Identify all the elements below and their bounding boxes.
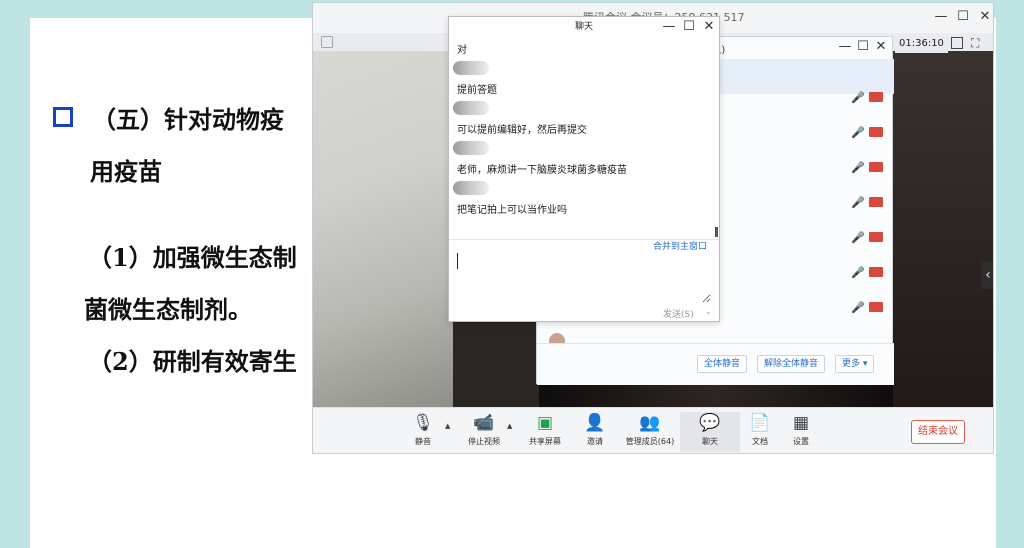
fullscreen-icon[interactable]: ⛶ <box>971 36 979 51</box>
chat-maximize-button[interactable]: ☐ <box>681 19 697 35</box>
mic-muted-icon[interactable]: 🎤 <box>851 231 865 244</box>
settings-button[interactable]: ▦ 设置 <box>771 412 831 447</box>
send-button[interactable]: 发送(S) <box>663 307 694 320</box>
sender-avatar <box>453 61 489 75</box>
camera-icon: 📹 <box>473 413 495 433</box>
mic-muted-icon[interactable]: 🎤 <box>851 301 865 314</box>
camera-off-icon[interactable] <box>869 302 883 312</box>
participants-minimize-button[interactable]: — <box>837 39 853 55</box>
invite-icon: 👤 <box>584 413 606 433</box>
text-cursor <box>457 253 458 269</box>
maximize-button[interactable]: ☐ <box>955 9 971 25</box>
settings-icon: ▦ <box>792 413 810 433</box>
chat-close-button[interactable]: ✕ <box>701 19 717 35</box>
sender-avatar <box>453 141 489 155</box>
members-icon: 👥 <box>639 413 661 433</box>
merge-to-main-link[interactable]: 合并到主窗口 <box>653 239 707 252</box>
participants-close-button[interactable]: ✕ <box>873 39 889 55</box>
slide-line-4: 菌微生态制剂。 <box>84 295 252 324</box>
mic-muted-icon[interactable]: 🎤 <box>851 196 865 209</box>
chat-message: 老师，麻烦讲一下脑膜炎球菌多糖疫苗 <box>457 165 627 176</box>
sender-avatar <box>453 101 489 115</box>
shield-icon <box>321 36 333 48</box>
chat-message: 可以提前编辑好，然后再提交 <box>457 125 587 136</box>
microphone-icon: 🎙 <box>412 413 434 433</box>
slide-line-5: （2）研制有效寄生 <box>88 347 297 376</box>
slide-line-1: （五）针对动物疫 <box>92 105 284 134</box>
mic-muted-icon[interactable]: 🎤 <box>851 161 865 174</box>
video-feed-right <box>893 51 993 407</box>
send-options-chevron-icon[interactable]: ⌄ <box>705 307 712 316</box>
mic-muted-icon[interactable]: 🎤 <box>851 91 865 104</box>
video-options-caret-icon[interactable]: ▲ <box>507 422 512 430</box>
invite-button[interactable]: 👤 邀请 <box>565 412 625 447</box>
camera-off-icon[interactable] <box>869 197 883 207</box>
unmute-all-button[interactable]: 解除全体静音 <box>757 355 826 373</box>
meeting-timer: 01:36:10 <box>895 35 948 53</box>
chat-message: 提前答题 <box>457 85 497 96</box>
meeting-toolbar: 🎙 静音 ▲ 📹 停止视频 ▲ ▣ 共享屏幕 👤 邀请 👥 管理成员(64) 💬… <box>313 407 993 453</box>
more-button[interactable]: 更多 ▾ <box>835 355 875 373</box>
chat-message: 把笔记拍上可以当作业吗 <box>457 205 567 216</box>
camera-off-icon[interactable] <box>869 267 883 277</box>
chat-title: 聊天 <box>574 22 593 32</box>
mic-muted-icon[interactable]: 🎤 <box>851 126 865 139</box>
video-feed-bottom <box>539 383 893 407</box>
slide-line-3: （1）加强微生态制 <box>88 243 297 272</box>
chevron-left-icon[interactable]: ‹ <box>981 261 993 289</box>
minimize-button[interactable]: — <box>933 9 949 25</box>
stop-video-button[interactable]: 📹 停止视频 <box>454 412 514 447</box>
mic-muted-icon[interactable]: 🎤 <box>851 266 865 279</box>
chat-message: 对 <box>457 45 467 56</box>
sender-avatar <box>453 181 489 195</box>
camera-off-icon[interactable] <box>869 162 883 172</box>
manage-members-button[interactable]: 👥 管理成员(64) <box>620 412 680 447</box>
mute-all-button[interactable]: 全体静音 <box>697 355 748 373</box>
mute-options-caret-icon[interactable]: ▲ <box>445 422 450 430</box>
chat-message-list[interactable]: 对 提前答题 可以提前编辑好，然后再提交 老师，麻烦讲一下脑膜炎球菌多糖疫苗 把… <box>449 37 719 237</box>
camera-off-icon[interactable] <box>869 232 883 242</box>
slide-bullet-icon <box>53 107 73 127</box>
participants-maximize-button[interactable]: ☐ <box>855 39 871 55</box>
chat-minimize-button[interactable]: — <box>661 19 677 35</box>
slide-line-2: 用疫苗 <box>90 157 162 186</box>
mute-button[interactable]: 🎙 静音 <box>393 412 453 447</box>
grid-layout-icon[interactable] <box>951 37 963 49</box>
chat-scrollbar[interactable] <box>715 227 718 237</box>
video-feed-left <box>313 33 453 407</box>
participants-footer: 全体静音 解除全体静音 更多 ▾ <box>537 343 894 385</box>
end-meeting-button[interactable]: 结束会议 <box>911 420 965 444</box>
camera-off-icon[interactable] <box>869 127 883 137</box>
close-button[interactable]: ✕ <box>977 9 993 25</box>
chat-window: 聊天 — ☐ ✕ 对 提前答题 可以提前编辑好，然后再提交 老师，麻烦讲一下脑膜… <box>448 16 720 322</box>
chat-input[interactable] <box>457 253 711 303</box>
camera-off-icon[interactable] <box>869 92 883 102</box>
